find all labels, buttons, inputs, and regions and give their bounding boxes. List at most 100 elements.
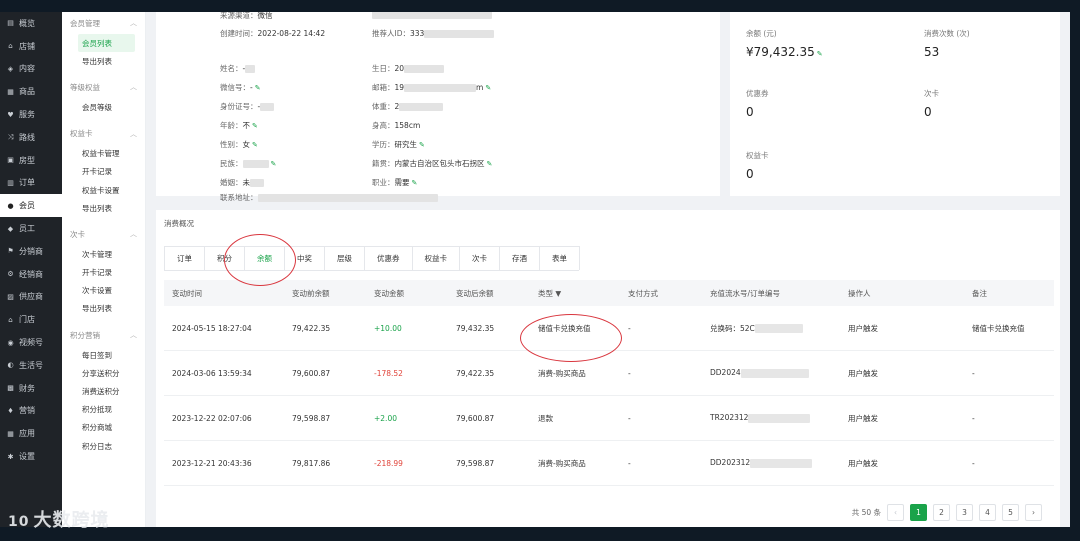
subnav-group[interactable]: 会员管理 ︿ — [62, 12, 145, 34]
cell-amount: +2.00 — [374, 413, 397, 423]
video-icon: ◉ — [7, 338, 14, 347]
nav-item-label: 商品 — [19, 87, 35, 97]
edit-icon[interactable]: ✎ — [419, 141, 425, 149]
edit-icon[interactable]: ✎ — [255, 84, 261, 92]
nav-item-19[interactable]: ✱ 设置 — [0, 445, 62, 468]
subnav-item[interactable]: 会员列表 — [78, 34, 135, 53]
subnav-item[interactable]: 会员等级 — [62, 98, 145, 116]
cell-time: 2024-03-06 13:59:34 — [172, 368, 252, 378]
edit-icon[interactable]: ✎ — [412, 179, 418, 187]
page-button[interactable]: 1 — [910, 504, 927, 521]
subnav-item[interactable]: 导出列表 — [62, 300, 145, 318]
nav-item-7[interactable]: ▥ 订单 — [0, 172, 62, 195]
apps-icon: ▦ — [7, 429, 14, 438]
subnav-item[interactable]: 导出列表 — [62, 52, 145, 70]
nav-item-18[interactable]: ▦ 应用 — [0, 422, 62, 445]
subnav-item[interactable]: 导出列表 — [62, 199, 145, 217]
page-button[interactable]: 3 — [956, 504, 973, 521]
serial-text: DD2024 — [710, 368, 741, 378]
nav-item-2[interactable]: ◈ 内容 — [0, 58, 62, 81]
nav-item-0[interactable]: ▤ 概览 — [0, 12, 62, 35]
cell-remark: 储值卡兑换充值 — [972, 323, 1025, 333]
cell-amount: -218.99 — [374, 458, 403, 468]
cell-operator: 用户触发 — [848, 323, 878, 333]
nav-item-9[interactable]: ◆ 员工 — [0, 217, 62, 240]
subnav-item[interactable]: 次卡管理 — [62, 245, 145, 263]
settings-icon: ✱ — [7, 452, 14, 461]
tab-8[interactable]: 存酒 — [499, 246, 540, 270]
nav-item-14[interactable]: ◉ 视频号 — [0, 331, 62, 354]
nav-item-5[interactable]: ⤨ 路线 — [0, 126, 62, 149]
subnav-item[interactable]: 分享送积分 — [62, 364, 145, 382]
total-count: 共 50 条 — [851, 508, 881, 517]
tab-6[interactable]: 权益卡 — [411, 246, 460, 270]
cell-remark: - — [972, 368, 975, 378]
nav-item-10[interactable]: ⚑ 分销商 — [0, 240, 62, 263]
cell-after: 79,600.87 — [456, 413, 495, 423]
subnav-item[interactable]: 每日签到 — [62, 346, 145, 364]
column-header: 变动时间 — [172, 288, 202, 298]
nav-item-1[interactable]: ⌂ 店铺 — [0, 35, 62, 58]
subnav-item[interactable]: 权益卡设置 — [62, 181, 145, 199]
subnav-group[interactable]: 次卡 ︿ — [62, 223, 145, 245]
tab-9[interactable]: 表单 — [539, 246, 580, 270]
cell-type: 消费-购买商品 — [538, 458, 586, 468]
chevron-up-icon: ︿ — [130, 129, 137, 138]
nav-item-3[interactable]: ▦ 商品 — [0, 80, 62, 103]
subnav-group-title: 积分营销 — [70, 330, 100, 340]
shop-icon: ⌂ — [8, 315, 13, 324]
column-header: 充值流水号/订单编号 — [710, 288, 781, 298]
column-header[interactable]: 类型 ▼ — [530, 288, 620, 299]
subnav-group[interactable]: 积分营销 ︿ — [62, 324, 145, 346]
edit-icon[interactable]: ✎ — [252, 122, 258, 130]
nav-item-13[interactable]: ⌂ 门店 — [0, 308, 62, 331]
subnav-item[interactable]: 积分抵现 — [62, 401, 145, 419]
tab-0[interactable]: 订单 — [164, 246, 205, 270]
subnav-group[interactable]: 权益卡 ︿ — [62, 123, 145, 145]
edit-icon[interactable]: ✎ — [817, 50, 823, 58]
nav-item-15[interactable]: ◐ 生活号 — [0, 354, 62, 377]
subnav-item[interactable]: 消费送积分 — [62, 382, 145, 400]
tab-7[interactable]: 次卡 — [459, 246, 500, 270]
nav-item-8[interactable]: ● 会员 — [0, 194, 62, 218]
subnav-item[interactable]: 开卡记录 — [62, 163, 145, 181]
edit-icon[interactable]: ✎ — [485, 84, 491, 92]
balance-table: 变动时间 变动前余额 变动金额 变动后余额 类型 ▼ 支付方式 充值流水号/订单编号 操作人 备… — [164, 280, 1054, 486]
edit-icon[interactable]: ✎ — [271, 160, 277, 168]
cell-remark: - — [972, 413, 975, 423]
nav-item-label: 服务 — [19, 110, 35, 120]
tab-5[interactable]: 优惠券 — [364, 246, 413, 270]
nav-item-label: 订单 — [19, 178, 35, 188]
edit-icon[interactable]: ✎ — [252, 141, 258, 149]
page-button[interactable]: 4 — [979, 504, 996, 521]
nav-item-11[interactable]: ⚙ 经销商 — [0, 263, 62, 286]
tab-4[interactable]: 层级 — [324, 246, 365, 270]
hometown-row: 籍贯：内蒙古自治区包头市石拐区 ✎ — [372, 159, 493, 168]
staff-icon: ◆ — [7, 224, 14, 233]
nav-item-6[interactable]: ▣ 房型 — [0, 149, 62, 172]
cell-operator: 用户触发 — [848, 368, 878, 378]
subnav-item[interactable]: 权益卡管理 — [62, 145, 145, 163]
edit-icon[interactable]: ✎ — [487, 160, 493, 168]
page-button[interactable]: 2 — [933, 504, 950, 521]
next-page-button[interactable]: › — [1025, 504, 1042, 521]
nav-item-4[interactable]: ♥ 服务 — [0, 103, 62, 126]
nav-item-17[interactable]: ♦ 营销 — [0, 400, 62, 423]
subnav-group[interactable]: 等级权益 ︿ — [62, 76, 145, 98]
prev-page-button[interactable]: ‹ — [887, 504, 904, 521]
subnav-item[interactable]: 积分日志 — [62, 437, 145, 455]
nav-item-label: 店铺 — [19, 41, 35, 51]
subnav-group-title: 等级权益 — [70, 82, 100, 92]
blurred-value — [740, 368, 809, 378]
subnav-item[interactable]: 积分商城 — [62, 419, 145, 437]
nav-item-12[interactable]: ▨ 供应商 — [0, 286, 62, 309]
subnav-item[interactable]: 开卡记录 — [62, 264, 145, 282]
subnav-spacer — [62, 455, 145, 461]
page-button[interactable]: 5 — [1002, 504, 1019, 521]
subnav-item[interactable]: 次卡设置 — [62, 282, 145, 300]
cell-amount: +10.00 — [374, 323, 402, 333]
nav-item-16[interactable]: ▩ 财务 — [0, 377, 62, 400]
cell-pay: - — [628, 458, 631, 468]
created-row: 创建时间：2022-08-22 14:42 — [220, 29, 326, 38]
cell-remark: - — [972, 458, 975, 468]
